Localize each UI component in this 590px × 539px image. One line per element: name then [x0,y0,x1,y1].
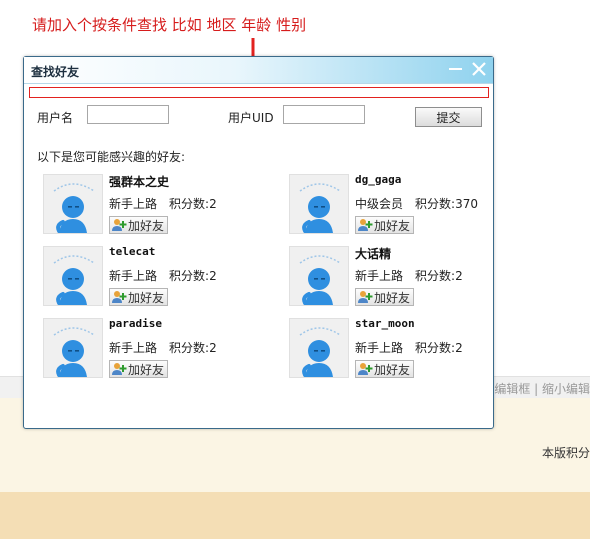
friend-name[interactable]: 强群本之史 [109,173,169,190]
friend-info: 新手上路 积分数:2 [109,339,217,356]
friend-name[interactable]: telecat [109,245,155,258]
friend-card: telecat 新手上路 积分数:2 加好友 [43,245,243,308]
uid-label: 用户UID [228,111,274,125]
friend-points: 370 [455,197,478,211]
friend-info: 新手上路 积分数:2 [109,195,217,212]
add-friend-button[interactable]: 加好友 [355,288,415,306]
add-friend-button[interactable]: 加好友 [109,360,169,378]
friend-card: 大话精 新手上路 积分数:2 加好友 [289,246,489,308]
uid-input[interactable] [283,105,365,124]
add-friend-button[interactable]: 加好友 [355,216,415,234]
add-friend-button[interactable]: 加好友 [109,216,169,234]
avatar[interactable] [289,318,349,378]
find-friends-dialog: 查找好友 用户名 用户UID 提交 以下是您可能感兴趣的好友: 强群本之史 新手… [23,56,494,429]
avatar[interactable] [43,246,103,306]
points-label: 积分数: [415,269,456,283]
background-note: 本版积分 [541,446,590,460]
friend-points: 2 [209,269,217,283]
friend-card: 强群本之史 新手上路 积分数:2 加好友 [43,174,243,236]
submit-button[interactable]: 提交 [415,107,482,127]
username-input[interactable] [87,105,169,124]
points-label: 积分数: [169,197,210,211]
friend-level: 新手上路 [355,269,404,283]
add-user-icon [111,362,127,376]
add-friend-label: 加好友 [128,362,165,377]
background-editor-links[interactable]: 编辑框 | 缩小编辑 [494,380,590,397]
friend-info: 新手上路 积分数:2 [355,267,463,284]
friend-points: 2 [209,341,217,355]
add-user-icon [357,362,373,376]
annotation-text: 请加入个按条件查找 比如 地区 年龄 性别 [32,16,307,34]
avatar[interactable] [43,174,103,234]
dialog-titlebar[interactable]: 查找好友 [24,57,493,84]
add-user-icon [357,218,373,232]
friend-name[interactable]: paradise [109,317,162,330]
avatar[interactable] [43,318,103,378]
username-label: 用户名 [37,111,74,125]
friend-card: dg_gaga 中级会员 积分数:370 加好友 [289,173,489,236]
points-label: 积分数: [169,341,210,355]
add-friend-label: 加好友 [128,218,165,233]
add-friend-label: 加好友 [374,362,411,377]
friend-info: 新手上路 积分数:2 [355,339,463,356]
friend-points: 2 [455,269,463,283]
friend-card: paradise 新手上路 积分数:2 加好友 [43,317,243,380]
add-friend-label: 加好友 [374,218,411,233]
friend-level: 新手上路 [109,341,158,355]
points-label: 积分数: [169,269,210,283]
friend-level: 新手上路 [355,341,404,355]
friend-info: 新手上路 积分数:2 [109,267,217,284]
close-icon[interactable] [470,59,488,79]
avatar[interactable] [289,174,349,234]
add-friend-button[interactable]: 加好友 [355,360,415,378]
friend-points: 2 [209,197,217,211]
friend-points: 2 [455,341,463,355]
search-conditions-placeholder [29,87,489,98]
friend-card: star_moon 新手上路 积分数:2 加好友 [289,317,489,380]
friend-level: 中级会员 [355,197,404,211]
friend-info: 中级会员 积分数:370 [355,195,478,212]
friend-level: 新手上路 [109,269,158,283]
add-user-icon [111,290,127,304]
background-footer [0,492,590,539]
suggestions-heading: 以下是您可能感兴趣的好友: [37,150,186,164]
friend-name[interactable]: star_moon [355,317,415,330]
add-friend-button[interactable]: 加好友 [109,288,169,306]
add-friend-label: 加好友 [128,290,165,305]
add-user-icon [111,218,127,232]
add-friend-label: 加好友 [374,290,411,305]
minimize-icon[interactable] [447,59,465,79]
points-label: 积分数: [415,197,456,211]
dialog-title: 查找好友 [31,65,80,79]
avatar[interactable] [289,246,349,306]
friend-name[interactable]: 大话精 [355,245,391,262]
add-user-icon [357,290,373,304]
friend-level: 新手上路 [109,197,158,211]
points-label: 积分数: [415,341,456,355]
friend-name[interactable]: dg_gaga [355,173,401,186]
